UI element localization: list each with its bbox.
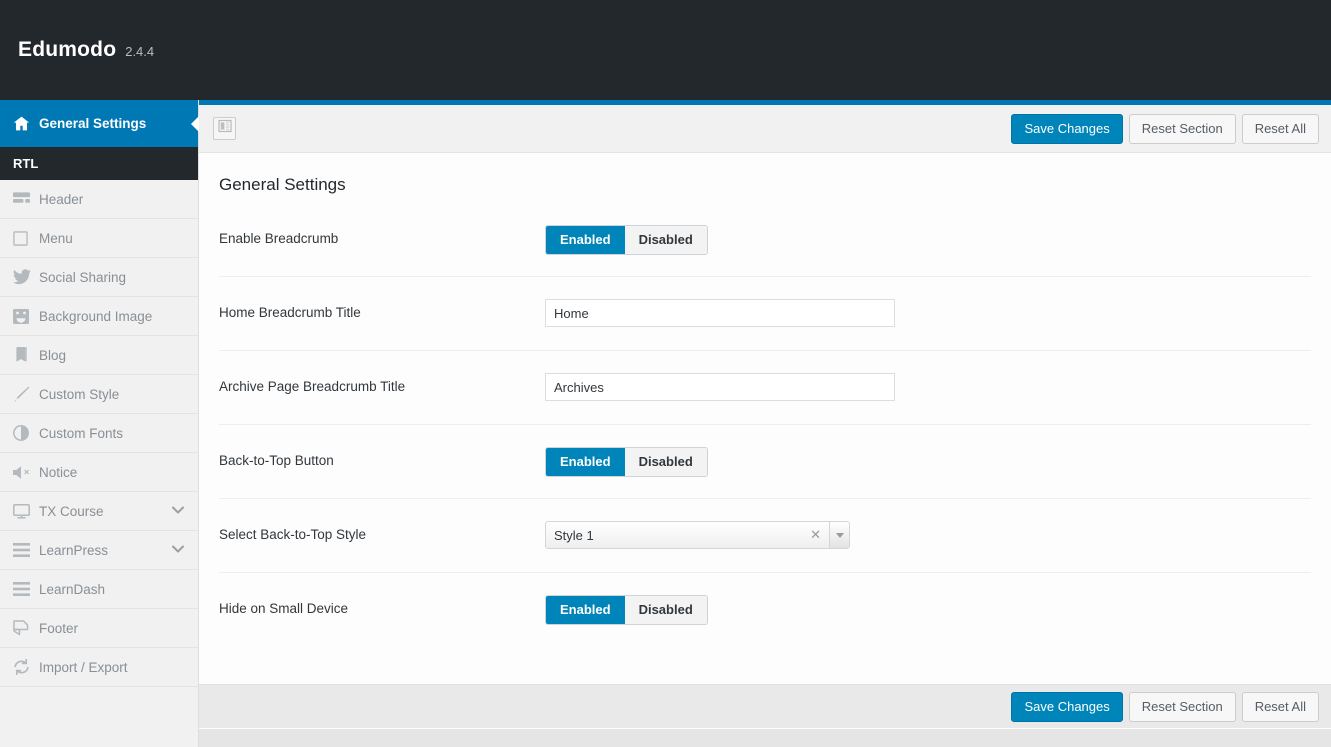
sidebar-item-header[interactable]: Header: [0, 180, 198, 219]
brand-name: Edumodo: [18, 38, 116, 62]
field-control: [545, 299, 1311, 327]
reset-all-button-top[interactable]: Reset All: [1242, 114, 1319, 144]
brush-icon: [13, 386, 39, 402]
sidebar-item-label: Import / Export: [39, 660, 198, 675]
sidebar-subitem-label: RTL: [13, 156, 38, 171]
field-label: Hide on Small Device: [219, 595, 545, 616]
sidebar-item-general-settings[interactable]: General Settings: [0, 100, 198, 147]
sidebar-item-background-image[interactable]: Background Image: [0, 297, 198, 336]
reset-section-button-top[interactable]: Reset Section: [1129, 114, 1236, 144]
sidebar-item-learndash[interactable]: LearnDash: [0, 570, 198, 609]
toggle-option-disabled[interactable]: Disabled: [625, 448, 707, 476]
sidebar-item-label: LearnPress: [39, 543, 172, 558]
toggle-option-enabled[interactable]: Enabled: [546, 448, 625, 476]
sidebar-item-label: Blog: [39, 348, 198, 363]
brand-version: 2.4.4: [125, 44, 154, 59]
page-title: General Settings: [219, 153, 1311, 195]
enable-breadcrumb-toggle[interactable]: Enabled Disabled: [545, 225, 708, 255]
toggle-option-disabled[interactable]: Disabled: [625, 596, 707, 624]
archive-breadcrumb-title-input[interactable]: [545, 373, 895, 401]
field-row: Hide on Small Device Enabled Disabled: [219, 573, 1311, 647]
sidebar-item-tx-course[interactable]: TX Course: [0, 492, 198, 531]
app-header: Edumodo 2.4.4: [0, 0, 1331, 100]
sidebar-item-label: Notice: [39, 465, 198, 480]
home-breadcrumb-title-input[interactable]: [545, 299, 895, 327]
sidebar: General Settings RTL Header Menu Social …: [0, 100, 199, 747]
sidebar-item-learnpress[interactable]: LearnPress: [0, 531, 198, 570]
field-row: Home Breadcrumb Title: [219, 277, 1311, 351]
book-icon: [13, 347, 39, 363]
field-label: Back-to-Top Button: [219, 447, 545, 468]
monitor-icon: [13, 504, 39, 519]
header-icon: [13, 192, 39, 206]
field-row: Select Back-to-Top Style Style 1 ✕: [219, 499, 1311, 573]
toolbar-actions-bottom: Save Changes Reset Section Reset All: [1011, 692, 1319, 722]
toggle-option-disabled[interactable]: Disabled: [625, 226, 707, 254]
field-label: Archive Page Breadcrumb Title: [219, 373, 545, 394]
sidebar-item-label: TX Course: [39, 504, 172, 519]
sidebar-item-blog[interactable]: Blog: [0, 336, 198, 375]
sidebar-item-label: Background Image: [39, 309, 198, 324]
back-to-top-style-select[interactable]: Style 1 ✕: [545, 521, 850, 549]
sidebar-item-label: Custom Fonts: [39, 426, 198, 441]
twitter-bird-icon: [13, 269, 39, 285]
footer-icon: [13, 620, 39, 636]
toggle-option-enabled[interactable]: Enabled: [546, 596, 625, 624]
sidebar-item-label: Custom Style: [39, 387, 198, 402]
field-label: Select Back-to-Top Style: [219, 521, 545, 542]
megaphone-mute-icon: [13, 465, 39, 480]
field-control: Enabled Disabled: [545, 595, 1311, 625]
settings-form: General Settings Enable Breadcrumb Enabl…: [199, 153, 1331, 684]
image-icon: [13, 309, 39, 324]
contrast-circle-icon: [13, 425, 39, 441]
field-row: Back-to-Top Button Enabled Disabled: [219, 425, 1311, 499]
save-changes-button-top[interactable]: Save Changes: [1011, 114, 1122, 144]
expand-panel-icon: [218, 119, 232, 138]
sidebar-item-label: LearnDash: [39, 582, 198, 597]
refresh-icon: [13, 659, 39, 675]
back-to-top-button-toggle[interactable]: Enabled Disabled: [545, 447, 708, 477]
sidebar-item-custom-style[interactable]: Custom Style: [0, 375, 198, 414]
toolbar-actions-top: Save Changes Reset Section Reset All: [1011, 114, 1319, 144]
panel-bottom-toolbar: Save Changes Reset Section Reset All: [199, 684, 1331, 728]
menu-square-icon: [13, 231, 39, 246]
field-row: Archive Page Breadcrumb Title: [219, 351, 1311, 425]
panel-top-toolbar: Save Changes Reset Section Reset All: [199, 105, 1331, 153]
select-selected-value: Style 1: [546, 528, 810, 543]
toggle-option-enabled[interactable]: Enabled: [546, 226, 625, 254]
expand-options-button[interactable]: [213, 117, 236, 140]
field-label: Enable Breadcrumb: [219, 225, 545, 246]
chevron-down-icon[interactable]: [172, 545, 184, 556]
field-row: Enable Breadcrumb Enabled Disabled: [219, 203, 1311, 277]
sidebar-item-social-sharing[interactable]: Social Sharing: [0, 258, 198, 297]
reset-all-button-bottom[interactable]: Reset All: [1242, 692, 1319, 722]
content-panel: Save Changes Reset Section Reset All Gen…: [199, 100, 1331, 729]
sidebar-item-rtl[interactable]: RTL: [0, 147, 198, 180]
chevron-down-icon[interactable]: [172, 506, 184, 517]
chevron-down-icon[interactable]: [829, 522, 849, 548]
sidebar-item-label: Menu: [39, 231, 198, 246]
field-control: Enabled Disabled: [545, 447, 1311, 477]
brand: Edumodo 2.4.4: [18, 38, 154, 62]
clear-selection-icon[interactable]: ✕: [810, 527, 829, 543]
field-control: Style 1 ✕: [545, 521, 1311, 549]
sidebar-item-footer[interactable]: Footer: [0, 609, 198, 648]
sidebar-item-label: Footer: [39, 621, 198, 636]
field-label: Home Breadcrumb Title: [219, 299, 545, 320]
sidebar-item-label: Social Sharing: [39, 270, 198, 285]
sidebar-item-notice[interactable]: Notice: [0, 453, 198, 492]
sidebar-item-label: General Settings: [39, 116, 198, 131]
sidebar-item-custom-fonts[interactable]: Custom Fonts: [0, 414, 198, 453]
field-control: [545, 373, 1311, 401]
sidebar-item-import-export[interactable]: Import / Export: [0, 648, 198, 687]
sidebar-item-label: Header: [39, 192, 198, 207]
save-changes-button-bottom[interactable]: Save Changes: [1011, 692, 1122, 722]
reset-section-button-bottom[interactable]: Reset Section: [1129, 692, 1236, 722]
hide-on-small-device-toggle[interactable]: Enabled Disabled: [545, 595, 708, 625]
lines-icon: [13, 582, 39, 596]
home-icon: [13, 115, 39, 132]
field-control: Enabled Disabled: [545, 225, 1311, 255]
lines-icon: [13, 543, 39, 557]
sidebar-item-menu[interactable]: Menu: [0, 219, 198, 258]
